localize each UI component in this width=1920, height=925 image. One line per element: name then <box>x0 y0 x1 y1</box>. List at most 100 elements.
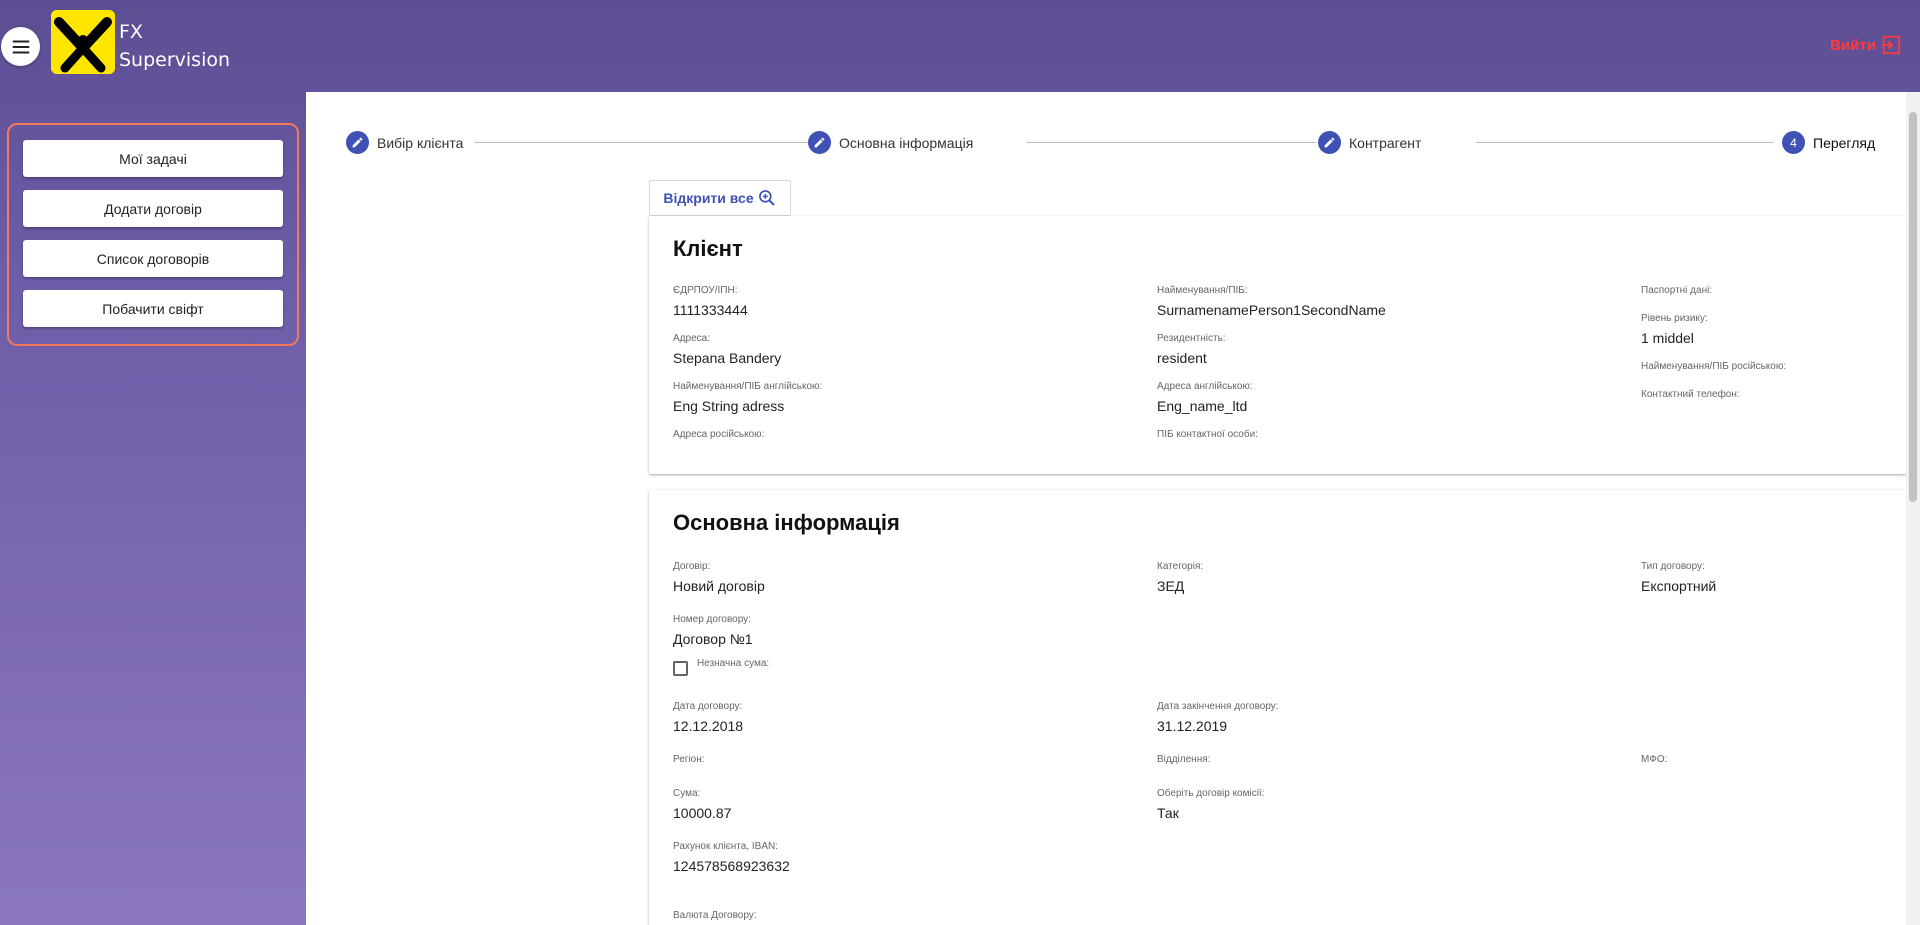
field-value: Eng_name_ltd <box>1157 398 1248 414</box>
field-contract-end-date: Дата закінчення договору: 31.12.2019 <box>1157 701 1279 734</box>
field-value: 124578568923632 <box>673 858 790 874</box>
logout-button[interactable]: Вийти <box>1830 34 1902 56</box>
field-label: Найменування/ПІБ: <box>1157 285 1248 296</box>
brand-line2: Supervision <box>119 49 231 71</box>
field-category: Категорія: ЗЕД <box>1157 561 1203 594</box>
field-contract-date: Дата договору: 12.12.2018 <box>673 701 743 734</box>
add-contract-button[interactable]: Додати договір <box>23 190 283 227</box>
sidebar-menu: Мої задачі Додати договір Список договор… <box>7 123 299 346</box>
field-label: Оберіть договір комісії: <box>1157 788 1265 799</box>
field-amount: Сума: 10000.87 <box>673 788 731 821</box>
field-label: Рахунок клієнта, IBAN: <box>673 841 779 852</box>
step-number: 4 <box>1782 131 1805 154</box>
step-counterparty[interactable]: Контрагент <box>1318 131 1430 154</box>
field-label: Рівень ризику: <box>1641 313 1708 324</box>
zoom-in-icon <box>758 190 775 206</box>
field-label: Адреса англійською: <box>1157 381 1253 392</box>
step-connector <box>1476 142 1776 143</box>
field-label: ЄДРПОУ/ІПН: <box>673 285 738 296</box>
pencil-icon <box>1324 137 1335 148</box>
field-label: Паспортні дані: <box>1641 285 1713 296</box>
raiffeisen-logo <box>51 10 115 74</box>
step-review[interactable]: 4 Перегляд <box>1774 131 1884 154</box>
field-value: 10000.87 <box>673 805 732 821</box>
field-name: Найменування/ПІБ: SurnamenamePerson1Seco… <box>1157 285 1386 318</box>
field-contact-person: ПІБ контактної особи: <box>1157 429 1258 441</box>
step-circle <box>1318 131 1341 154</box>
step-label: Вибір клієнта <box>377 134 464 151</box>
field-label: Найменування/ПІБ російською: <box>1641 361 1787 372</box>
field-branch: Відділення: <box>1157 754 1210 766</box>
field-minor-amount: Незначна сума: <box>697 658 769 670</box>
field-contract-number: Номер договору: Договор №1 <box>673 614 753 647</box>
field-currency: Валюта Договору: <box>673 910 757 922</box>
field-label: Адреса: <box>673 333 710 344</box>
minor-amount-checkbox[interactable] <box>673 661 688 676</box>
contract-list-button[interactable]: Список договорів <box>23 240 283 277</box>
step-label: Контрагент <box>1349 134 1422 151</box>
menu-button[interactable] <box>1 27 40 66</box>
field-value: SurnamenamePerson1SecondName <box>1157 302 1386 318</box>
brand-line1: FX <box>119 21 143 43</box>
step-connector <box>474 142 808 143</box>
exit-icon <box>1881 35 1901 55</box>
scroll-thumb[interactable] <box>1909 112 1917 502</box>
my-tasks-button[interactable]: Мої задачі <box>23 140 283 177</box>
field-value: Stepana Bandery <box>673 350 782 366</box>
field-value: ЗЕД <box>1157 578 1185 594</box>
app-header: FX Supervision Вийти <box>0 0 1920 92</box>
field-label: Категорія: <box>1157 561 1204 572</box>
field-label: Адреса російською: <box>673 429 765 440</box>
field-label: Валюта Договору: <box>673 910 757 921</box>
field-label: Дата договору: <box>673 701 743 712</box>
field-label: Сума: <box>673 788 701 799</box>
main-info-card: Основна інформація Договір: Новий догові… <box>649 490 1906 925</box>
field-label: Незначна сума: <box>697 658 770 669</box>
client-card: Клієнт ЄДРПОУ/ІПН: 1111333444 Найменуван… <box>649 216 1906 474</box>
field-value: Договор №1 <box>673 631 753 647</box>
step-client-select[interactable]: Вибір клієнта <box>346 131 472 154</box>
field-value: Новий договір <box>673 578 765 594</box>
field-label: ПІБ контактної особи: <box>1157 429 1258 440</box>
field-address-en: Адреса англійською: Eng_name_ltd <box>1157 381 1253 414</box>
field-value: Eng String adress <box>673 398 785 414</box>
field-label: Тип договору: <box>1641 561 1705 572</box>
field-label: Резидентність: <box>1157 333 1226 344</box>
field-name-en: Найменування/ПІБ англійською: Eng String… <box>673 381 822 414</box>
open-all-button[interactable]: Відкрити все <box>649 180 791 216</box>
field-label: Номер договору: <box>673 614 751 625</box>
field-label: Регіон: <box>673 754 705 765</box>
field-address-ru: Адреса російською: <box>673 429 764 441</box>
step-circle <box>346 131 369 154</box>
app-brand: FX Supervision <box>119 18 230 74</box>
client-card-title: Клієнт <box>673 236 743 261</box>
main-panel: Вибір клієнта Основна інформація Контраг… <box>306 92 1920 925</box>
field-label: МФО: <box>1641 754 1668 765</box>
field-label: Контактний телефон: <box>1641 389 1740 400</box>
main-info-card-title: Основна інформація <box>673 510 900 535</box>
pencil-icon <box>814 137 825 148</box>
step-connector <box>1026 142 1316 143</box>
field-address: Адреса: Stepana Bandery <box>673 333 781 366</box>
field-label: Відділення: <box>1157 754 1211 765</box>
field-name-ru: Найменування/ПІБ російською: <box>1641 361 1786 373</box>
view-swift-button[interactable]: Побачити свіфт <box>23 290 283 327</box>
step-main-info[interactable]: Основна інформація <box>808 131 982 154</box>
field-contract: Договір: Новий договір <box>673 561 765 594</box>
stepper: Вибір клієнта Основна інформація Контраг… <box>346 131 1884 161</box>
field-value: Так <box>1157 805 1179 821</box>
logout-label: Вийти <box>1830 36 1876 54</box>
field-value: 1 middel <box>1641 330 1694 346</box>
step-circle <box>808 131 831 154</box>
vertical-scrollbar[interactable] <box>1906 92 1920 925</box>
field-passport: Паспортні дані: <box>1641 285 1712 297</box>
hamburger-icon <box>12 39 29 54</box>
field-residency: Резидентність: resident <box>1157 333 1226 366</box>
field-phone: Контактний телефон: <box>1641 389 1740 401</box>
field-region: Регіон: <box>673 754 705 766</box>
field-iban: Рахунок клієнта, IBAN: 124578568923632 <box>673 841 790 874</box>
field-edrpou: ЄДРПОУ/ІПН: 1111333444 <box>673 285 748 318</box>
field-risk-level: Рівень ризику: 1 middel <box>1641 313 1708 346</box>
field-mfo: МФО: <box>1641 754 1667 766</box>
field-commission-contract: Оберіть договір комісії: Так <box>1157 788 1265 821</box>
